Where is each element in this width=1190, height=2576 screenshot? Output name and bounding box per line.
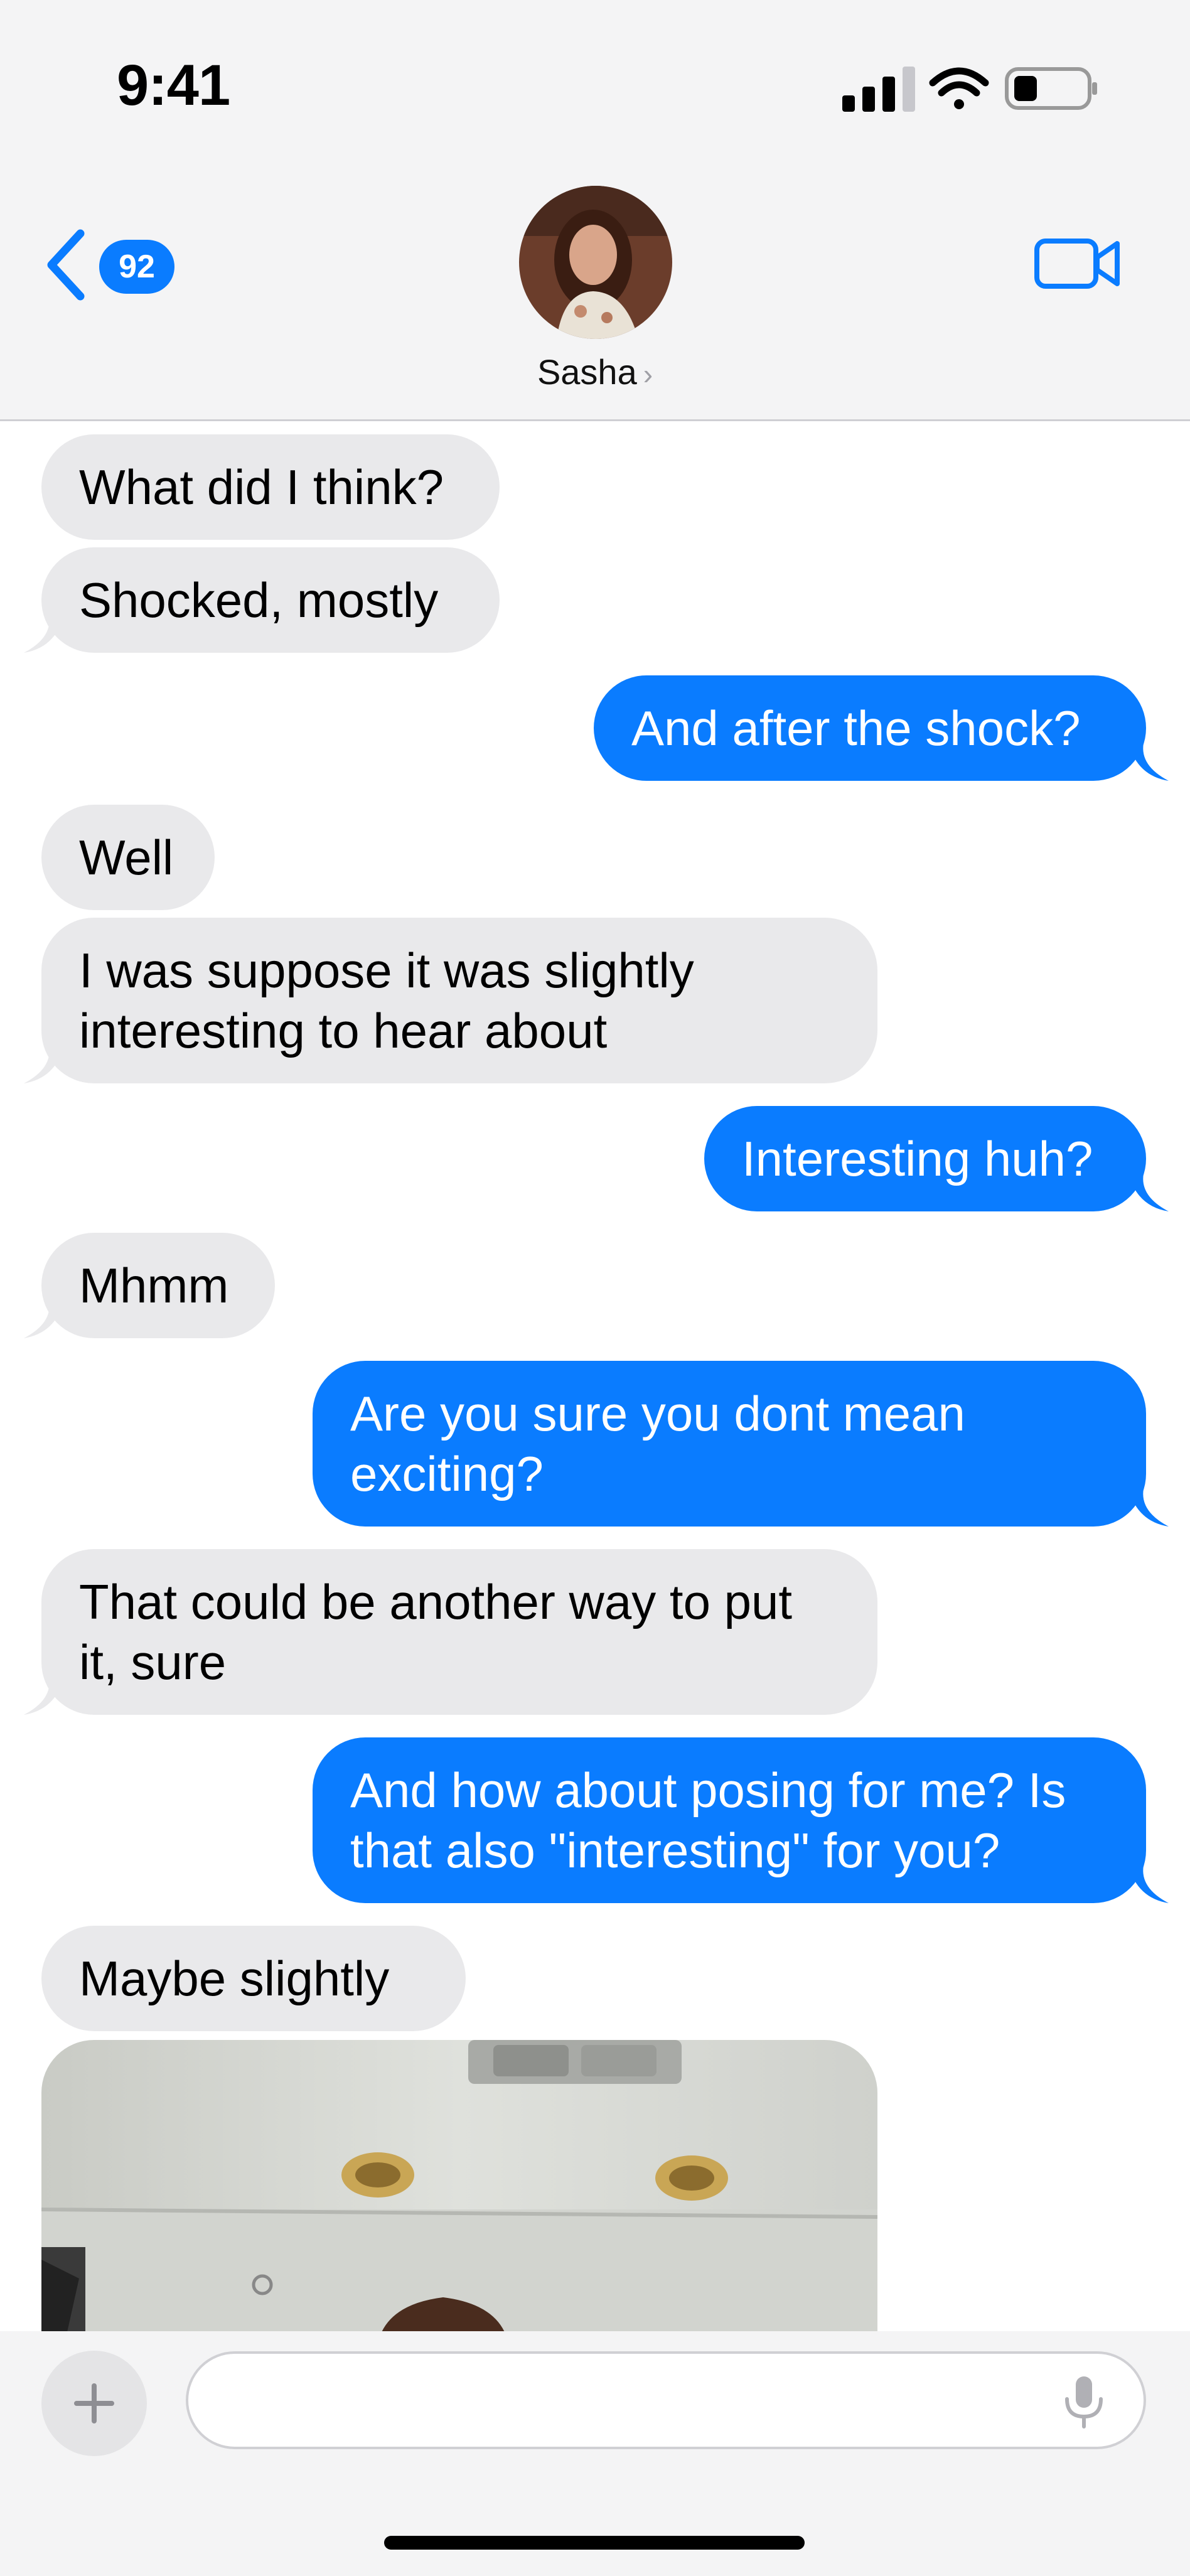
add-attachment-button[interactable] [41, 2351, 147, 2456]
wifi-icon [929, 67, 989, 109]
plus-icon [74, 2383, 114, 2423]
bubble-tail [24, 1301, 64, 1338]
microphone-icon[interactable] [1062, 2375, 1106, 2429]
chevron-left-icon [47, 229, 85, 301]
signal-icon [842, 67, 915, 112]
message-bubble-sent[interactable]: Are you sure you dont mean exciting? [313, 1361, 1146, 1527]
message-bubble-sent[interactable]: And after the shock? [594, 675, 1146, 781]
chevron-right-icon: › [643, 358, 653, 390]
back-button[interactable]: 92 [44, 221, 195, 309]
message-input[interactable] [186, 2351, 1146, 2449]
message-bubble-received[interactable]: Mhmm [41, 1233, 275, 1338]
bubble-tail [1128, 1489, 1169, 1527]
battery-icon [1005, 67, 1097, 110]
message-bubble-received[interactable]: What did I think? [41, 434, 500, 540]
status-icons [842, 67, 1097, 112]
message-bubble-sent[interactable]: Interesting huh? [704, 1106, 1146, 1211]
bubble-tail [24, 1677, 64, 1715]
message-bubble-received[interactable]: Maybe slightly [41, 1926, 466, 2031]
bubble-tail [1128, 1865, 1169, 1903]
bubble-tail [24, 1046, 64, 1083]
bubble-tail [24, 615, 64, 653]
status-time: 9:41 [117, 53, 230, 117]
unread-badge: 92 [99, 240, 174, 294]
message-bubble-received[interactable]: Shocked, mostly [41, 547, 500, 653]
video-call-icon[interactable] [1034, 232, 1122, 295]
message-bubble-received[interactable]: I was suppose it was slightly interestin… [41, 918, 877, 1083]
message-bubble-received[interactable]: Well [41, 805, 215, 910]
contact-name: Sasha [537, 352, 637, 392]
message-bubble-sent[interactable]: And how about posing for me? Is that als… [313, 1737, 1146, 1903]
contact-name-button[interactable]: Sasha › [0, 352, 1190, 392]
bubble-tail [1128, 743, 1169, 781]
home-indicator[interactable] [384, 2536, 805, 2550]
contact-avatar[interactable] [519, 186, 672, 339]
message-bubble-received[interactable]: That could be another way to put it, sur… [41, 1549, 877, 1715]
photo-attachment[interactable] [41, 2040, 877, 2335]
bubble-tail [1128, 1174, 1169, 1211]
